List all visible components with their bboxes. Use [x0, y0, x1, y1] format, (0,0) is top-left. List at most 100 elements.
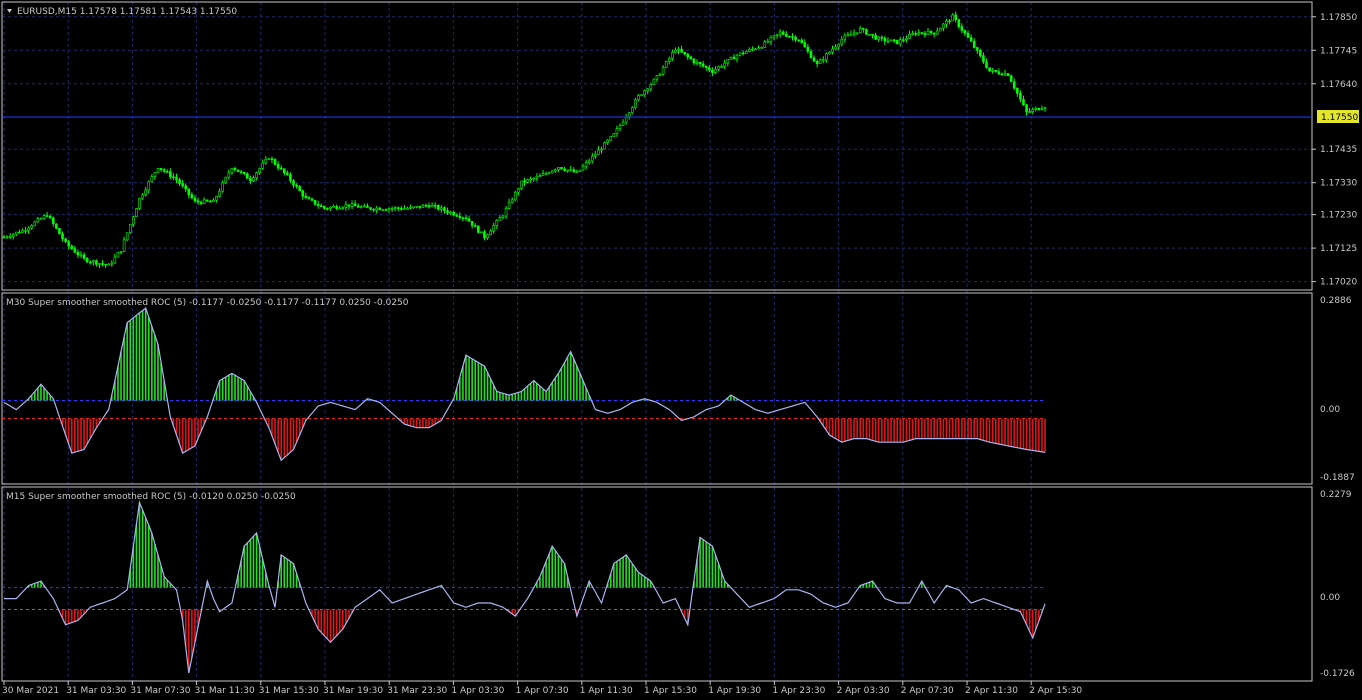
candle-body — [797, 39, 800, 42]
candle-body — [815, 61, 819, 65]
candle-body — [544, 172, 548, 175]
candle-body — [341, 207, 345, 209]
candle-body — [908, 34, 911, 39]
candle-body — [175, 177, 178, 180]
candle-body — [282, 168, 286, 174]
candle-body — [803, 42, 807, 48]
candle-body — [504, 207, 508, 217]
candle-body — [837, 43, 840, 48]
candle-body — [840, 38, 844, 45]
candle-body — [791, 36, 794, 38]
candle-body — [513, 191, 517, 201]
candle-body — [575, 171, 579, 173]
candle-body — [948, 20, 951, 23]
candle-body — [98, 263, 101, 265]
candle-body — [917, 32, 921, 35]
candle-body — [788, 36, 791, 38]
candle-body — [436, 205, 440, 210]
candle-body — [969, 37, 973, 42]
candle-body — [566, 169, 569, 172]
candle-body — [246, 173, 249, 179]
candle-body — [858, 28, 862, 34]
candle-body — [359, 206, 363, 208]
candle-body — [785, 34, 788, 37]
candle-body — [242, 171, 246, 175]
candle-body — [572, 169, 576, 173]
candle-body — [1019, 92, 1022, 100]
candle-body — [871, 33, 874, 36]
candle-body — [409, 206, 412, 209]
candle-body — [658, 73, 662, 76]
candle-body — [612, 133, 616, 137]
candle-body — [273, 159, 277, 165]
candle-body — [128, 223, 132, 234]
candle-body — [418, 205, 422, 208]
candle-body — [292, 180, 295, 186]
candle-body — [480, 231, 483, 234]
candle-body — [1006, 73, 1010, 77]
candle-body — [825, 53, 828, 61]
candle-body — [729, 56, 733, 60]
candle-body — [36, 218, 40, 223]
candle-body — [523, 180, 526, 183]
candle-body — [680, 48, 683, 53]
candle-body — [27, 227, 30, 231]
candle-body — [172, 176, 175, 179]
candle-body — [701, 63, 705, 67]
candle-body — [677, 48, 680, 51]
candle-body — [982, 55, 985, 63]
candle-body — [704, 65, 708, 68]
candle-body — [125, 232, 129, 241]
candle-body — [951, 14, 954, 22]
candle-body — [239, 171, 243, 173]
candle-body — [470, 221, 474, 226]
candle-body — [806, 46, 810, 52]
candle-body — [643, 90, 646, 96]
candle-body — [88, 261, 92, 264]
candle-body — [153, 172, 157, 177]
candle-body — [603, 142, 606, 150]
price-header-text: EURUSD,M15 1.17578 1.17581 1.17543 1.175… — [17, 7, 237, 17]
candle-body — [683, 51, 686, 55]
candle-body — [914, 33, 917, 35]
time-tick-label: 2 Apr 15:30 — [1029, 686, 1082, 696]
candle-body — [473, 225, 477, 227]
candle-body — [766, 41, 770, 43]
candle-body — [477, 225, 480, 233]
candle-body — [541, 173, 545, 176]
candle-body — [113, 256, 117, 264]
candle-body — [1022, 99, 1025, 106]
candle-body — [30, 225, 34, 229]
candle-body — [892, 39, 896, 42]
price-y-tick-label: 1.17435 — [1320, 145, 1357, 155]
candle-body — [911, 33, 914, 35]
candle-body — [122, 239, 126, 252]
candle-body — [634, 99, 637, 108]
candle-body — [621, 121, 625, 126]
candle-body — [828, 51, 831, 55]
time-tick-label: 31 Mar 23:30 — [387, 686, 447, 696]
candle-body — [412, 206, 415, 209]
candle-body — [227, 172, 231, 178]
candle-body — [159, 168, 163, 170]
candle-body — [483, 231, 486, 239]
candle-body — [196, 200, 200, 203]
candle-body — [344, 204, 348, 208]
candle-body — [301, 190, 305, 197]
m30-header: M30 Super smoother smoothed ROC (5) -0.1… — [6, 298, 409, 308]
candle-body — [769, 36, 773, 42]
candle-body — [461, 217, 465, 219]
candle-body — [1040, 108, 1044, 111]
candle-body — [578, 169, 582, 172]
m30-y-tick-min: -0.1887 — [1320, 473, 1355, 483]
time-tick-label: 30 Mar 2021 — [2, 686, 59, 696]
candle-body — [778, 31, 782, 35]
candle-body — [261, 162, 265, 169]
candle-body — [664, 61, 668, 68]
candle-body — [95, 260, 98, 265]
candle-body — [190, 194, 194, 199]
candle-body — [751, 48, 754, 51]
candle-body — [307, 197, 311, 200]
candle-body — [335, 206, 338, 209]
candle-body — [772, 35, 776, 38]
